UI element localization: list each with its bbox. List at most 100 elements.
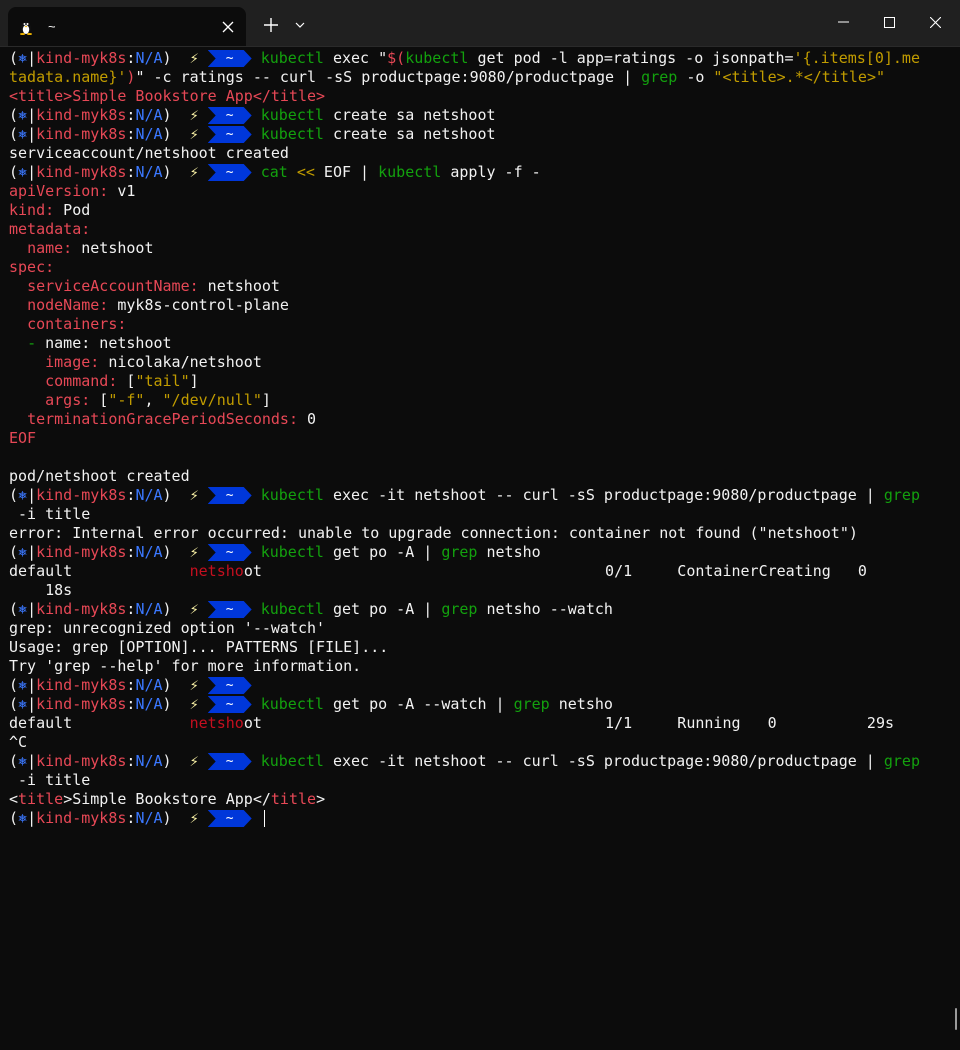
prompt-paren: ) [162, 543, 190, 561]
prompt-directory-segment: ~ [207, 544, 252, 561]
text-segment: < [9, 790, 19, 808]
prompt-context: kind-myk8s [36, 486, 127, 504]
minimize-button[interactable] [820, 0, 866, 44]
output-line: ^C [9, 733, 948, 752]
text-segment [9, 277, 27, 295]
prompt-context: kind-myk8s [36, 543, 127, 561]
scrollbar-thumb[interactable] [955, 1008, 957, 1030]
minimize-icon [837, 21, 849, 23]
text-segment: create sa netshoot [323, 106, 496, 124]
text-segment: name: [27, 239, 73, 257]
tab-dropdown-button[interactable] [288, 12, 312, 38]
text-segment: get po -A --watch | [323, 695, 514, 713]
plus-icon [264, 18, 278, 32]
text-segment: args: [45, 391, 91, 409]
prompt-directory-segment: ~ [207, 601, 252, 618]
prompt-paren: ( [9, 486, 19, 504]
prompt-paren: ) [162, 695, 190, 713]
prompt-line: (⎈|kind-myk8s:N/A) ⚡ ~ kubectl get po -A… [9, 600, 948, 619]
text-segment: title [18, 790, 64, 808]
text-segment: ot 0/1 ContainerCreating 0 [243, 562, 867, 580]
lightning-icon: ⚡ [189, 752, 208, 770]
text-segment: , [144, 391, 163, 409]
text-segment: '{.items[0].me [793, 49, 920, 67]
maximize-button[interactable] [866, 0, 912, 44]
tab-title: ~ [48, 19, 56, 34]
text-segment: ] [189, 372, 199, 390]
terminal-output[interactable]: (⎈|kind-myk8s:N/A) ⚡ ~ kubectl exec "$(k… [9, 49, 948, 828]
prompt-paren: ) [162, 486, 190, 504]
text-segment: -i title [9, 771, 91, 789]
terminal-tab[interactable]: ~ [8, 7, 246, 46]
text-segment: kubectl [405, 49, 469, 67]
text-segment [9, 353, 45, 371]
text-segment [9, 239, 27, 257]
output-line: containers: [9, 315, 948, 334]
text-segment [9, 410, 27, 428]
text-segment: get pod -l app=ratings -o jsonpath= [468, 49, 794, 67]
text-segment: netsho [189, 562, 244, 580]
prompt-namespace: N/A [135, 695, 163, 713]
text-segment: metadata: [9, 220, 91, 238]
prompt-line: (⎈|kind-myk8s:N/A) ⚡ ~ [9, 809, 948, 828]
text-segment: grep [883, 486, 920, 504]
text-segment: >Simple Bookstore App</ [63, 790, 271, 808]
text-segment: get po -A | [323, 543, 442, 561]
prompt-paren: ( [9, 752, 19, 770]
linux-penguin-icon [18, 19, 34, 35]
prompt-paren: ( [9, 676, 19, 694]
lightning-icon: ⚡ [189, 163, 208, 181]
prompt-line: (⎈|kind-myk8s:N/A) ⚡ ~ kubectl create sa… [9, 125, 948, 144]
text-segment: nodeName: [27, 296, 109, 314]
text-segment: -o [677, 68, 714, 86]
prompt-context: kind-myk8s [36, 676, 127, 694]
output-line: EOF [9, 429, 948, 448]
output-line: -i title [9, 771, 948, 790]
text-segment: pod/netshoot created [9, 467, 190, 485]
lightning-icon: ⚡ [189, 695, 208, 713]
new-tab-button[interactable] [258, 12, 284, 38]
text-segment: kubectl [260, 106, 324, 124]
text-segment: spec: [9, 258, 55, 276]
text-segment: netsho [477, 543, 541, 561]
text-segment: exec -it netshoot -- curl -sS productpag… [323, 752, 884, 770]
text-segment: Usage: grep [OPTION]... PATTERNS [FILE].… [9, 638, 389, 656]
text-segment [9, 315, 27, 333]
prompt-line: (⎈|kind-myk8s:N/A) ⚡ ~ cat << EOF | kube… [9, 163, 948, 182]
text-segment: - [27, 334, 37, 352]
text-segment: kubectl [378, 163, 442, 181]
text-segment: containers: [27, 315, 127, 333]
kubernetes-icon: ⎈ [18, 809, 28, 827]
output-line: error: Internal error occurred: unable t… [9, 524, 948, 543]
tab-close-icon[interactable] [214, 13, 242, 41]
output-line: <title>Simple Bookstore App</title> [9, 87, 948, 106]
prompt-paren: ) [162, 600, 190, 618]
text-segment: "<title>.*</title>" [713, 68, 886, 86]
lightning-icon: ⚡ [189, 125, 208, 143]
text-segment: ] [261, 391, 271, 409]
prompt-directory-segment: ~ [207, 677, 252, 694]
prompt-context: kind-myk8s [36, 752, 127, 770]
text-segment: image: [45, 353, 100, 371]
maximize-icon [883, 16, 895, 28]
close-window-button[interactable] [912, 0, 958, 44]
prompt-separator: | [27, 695, 37, 713]
output-line: - name: netshoot [9, 334, 948, 353]
text-segment: [ [117, 372, 136, 390]
text-segment: terminationGracePeriodSeconds: [27, 410, 298, 428]
prompt-context: kind-myk8s [36, 695, 127, 713]
prompt-directory-segment: ~ [207, 753, 252, 770]
lightning-icon: ⚡ [189, 809, 208, 827]
prompt-paren: ( [9, 163, 19, 181]
text-segment: grep [441, 600, 478, 618]
kubernetes-icon: ⎈ [18, 49, 28, 67]
prompt-paren: ( [9, 600, 19, 618]
kubernetes-icon: ⎈ [18, 695, 28, 713]
output-line: grep: unrecognized option '--watch' [9, 619, 948, 638]
